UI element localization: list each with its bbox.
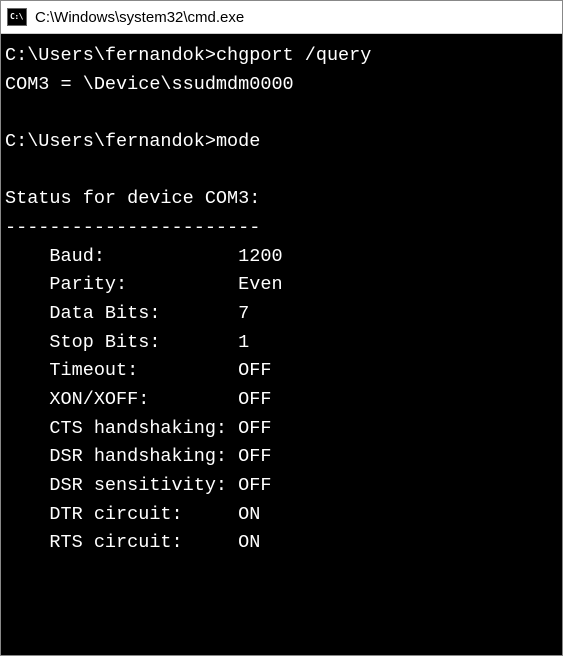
command-1: chgport /query xyxy=(216,45,371,66)
cmd-icon-text: C:\ xyxy=(10,13,23,21)
command-2: mode xyxy=(216,131,260,152)
prompt-line-1: C:\Users\fernandok>chgport /query xyxy=(5,45,371,66)
terminal-area[interactable]: C:\Users\fernandok>chgport /query COM3 =… xyxy=(1,34,562,655)
prompt-1: C:\Users\fernandok> xyxy=(5,45,216,66)
prompt-line-2: C:\Users\fernandok>mode xyxy=(5,131,260,152)
blank-line xyxy=(5,99,556,128)
output-line-1: COM3 = \Device\ssudmdm0000 xyxy=(5,74,294,95)
divider: ----------------------- xyxy=(5,217,260,238)
status-rows: Baud: 1200 Parity: Even Data Bits: 7 Sto… xyxy=(5,243,556,558)
cmd-window: C:\ C:\Windows\system32\cmd.exe C:\Users… xyxy=(0,0,563,656)
window-title: C:\Windows\system32\cmd.exe xyxy=(35,9,244,26)
status-header: Status for device COM3: xyxy=(5,188,260,209)
blank-line xyxy=(5,157,556,186)
prompt-2: C:\Users\fernandok> xyxy=(5,131,216,152)
titlebar: C:\ C:\Windows\system32\cmd.exe xyxy=(1,1,562,34)
cmd-icon: C:\ xyxy=(7,8,27,26)
